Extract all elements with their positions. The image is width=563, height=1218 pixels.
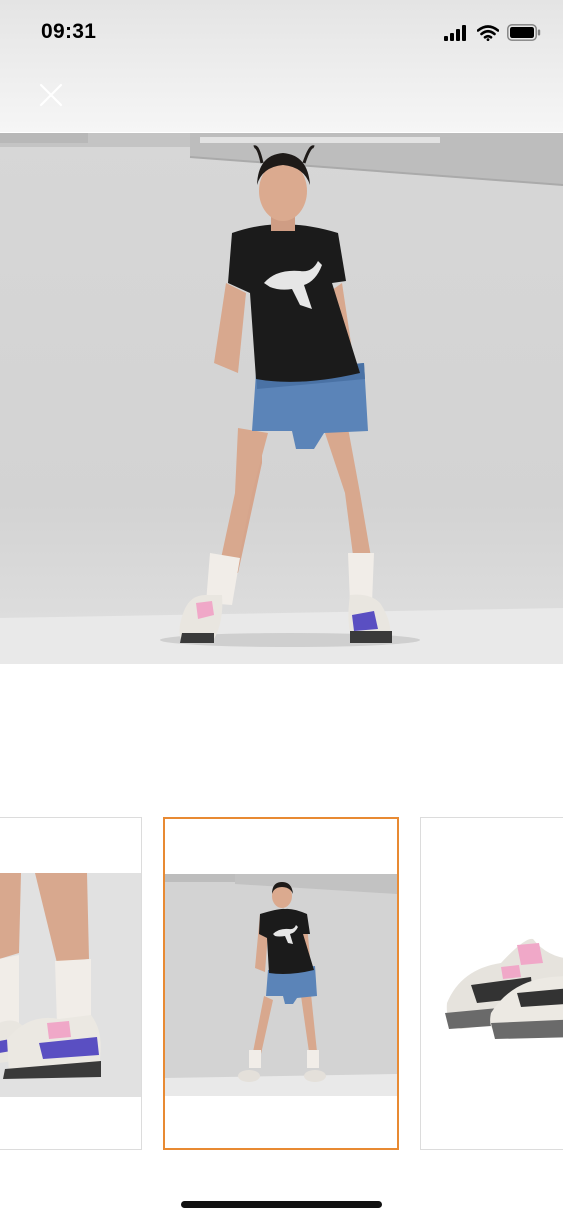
gallery-thumbnail-2[interactable]: [163, 817, 399, 1150]
hero-product-image[interactable]: [0, 133, 563, 664]
status-time: 09:31: [41, 20, 97, 43]
wifi-icon: [477, 24, 499, 41]
hero-photo: [0, 133, 563, 664]
thumbnail-photo-sneakers: [421, 873, 563, 1097]
close-icon: [39, 83, 63, 107]
model-photo: [165, 874, 397, 1096]
home-indicator: [181, 1201, 382, 1208]
gallery-thumbnail-3[interactable]: [420, 817, 563, 1150]
close-button[interactable]: [36, 80, 66, 110]
thumbnail-photo-model: [165, 874, 397, 1096]
legs-sneakers-photo: [0, 873, 101, 1079]
status-icons: [444, 24, 541, 41]
header-bar: [0, 66, 563, 132]
thumbnail-photo-legs: [0, 873, 141, 1097]
cellular-signal-icon: [444, 24, 466, 41]
battery-icon: [507, 24, 541, 41]
gallery-thumbnail-1[interactable]: [0, 817, 142, 1150]
status-bar: 09:31: [0, 0, 563, 66]
sneakers-photo: [445, 938, 563, 1039]
